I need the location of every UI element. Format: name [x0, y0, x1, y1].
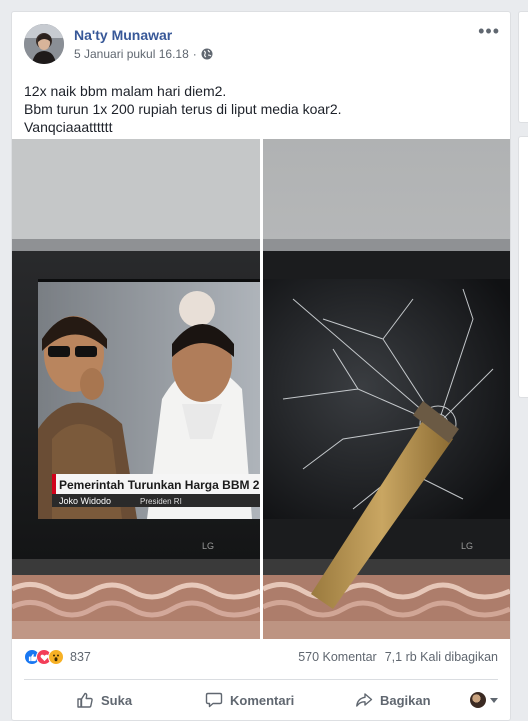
news-banner-name: Joko Widodo — [59, 496, 111, 506]
engagement-counts: 570 Komentar 7,1 rb Kali dibagikan — [298, 650, 498, 664]
post-text: 12x naik bbm malam hari diem2. Bbm turun… — [24, 82, 498, 136]
post-text-line: Vanqciaaatttttt — [24, 119, 113, 135]
post-actions: Suka Komentari Bagikan — [24, 684, 498, 716]
news-banner-title: Pemerintah Turunkan Harga BBM 20 — [59, 478, 260, 492]
wow-reaction-icon — [48, 649, 64, 665]
actions-divider — [24, 679, 498, 680]
reaction-summary[interactable]: 837 — [24, 649, 91, 665]
user-avatar — [470, 692, 486, 708]
side-card-middle — [518, 136, 528, 398]
comment-count[interactable]: 570 Komentar — [298, 650, 377, 664]
chevron-down-icon — [490, 697, 498, 703]
share-arrow-icon — [356, 693, 373, 707]
meta-separator: · — [192, 47, 197, 61]
comment-label: Komentari — [230, 692, 295, 708]
thumbs-up-icon — [77, 692, 93, 708]
feed-post: Na'ty Munawar 5 Januari pukul 16.18 · ••… — [11, 11, 511, 721]
news-banner-role: Presiden RI — [140, 497, 182, 506]
author-name[interactable]: Na'ty Munawar — [74, 27, 172, 43]
tv-brand-logo: LG — [461, 541, 473, 551]
post-header: Na'ty Munawar 5 Januari pukul 16.18 · ••… — [24, 22, 500, 68]
globe-icon[interactable] — [201, 48, 213, 60]
tv-brand-logo: LG — [202, 541, 214, 551]
photo-broken-tv[interactable]: LG — [263, 139, 510, 639]
share-count[interactable]: 7,1 rb Kali dibagikan — [385, 650, 498, 664]
post-timestamp[interactable]: 5 Januari pukul 16.18 — [74, 47, 189, 61]
post-text-line: 12x naik bbm malam hari diem2. — [24, 83, 227, 99]
reaction-count: 837 — [70, 650, 91, 664]
post-text-line: Bbm turun 1x 200 rupiah terus di liput m… — [24, 101, 342, 117]
photo-tv-news[interactable]: Pemerintah Turunkan Harga BBM 20 Joko Wi… — [12, 139, 260, 639]
like-button[interactable]: Suka — [76, 684, 132, 716]
like-label: Suka — [101, 692, 133, 708]
post-media: Pemerintah Turunkan Harga BBM 20 Joko Wi… — [12, 139, 510, 639]
audience-selector[interactable] — [470, 692, 498, 708]
share-button[interactable]: Bagikan — [355, 684, 431, 716]
side-card-top — [518, 11, 528, 123]
post-meta: 5 Januari pukul 16.18 · — [74, 47, 213, 61]
comment-button[interactable]: Komentari — [205, 684, 294, 716]
post-stats: 837 570 Komentar 7,1 rb Kali dibagikan — [24, 649, 498, 671]
speech-bubble-icon — [205, 692, 223, 708]
author-avatar[interactable] — [24, 24, 64, 64]
share-label: Bagikan — [380, 692, 431, 708]
ellipsis-icon[interactable]: ••• — [478, 22, 500, 40]
